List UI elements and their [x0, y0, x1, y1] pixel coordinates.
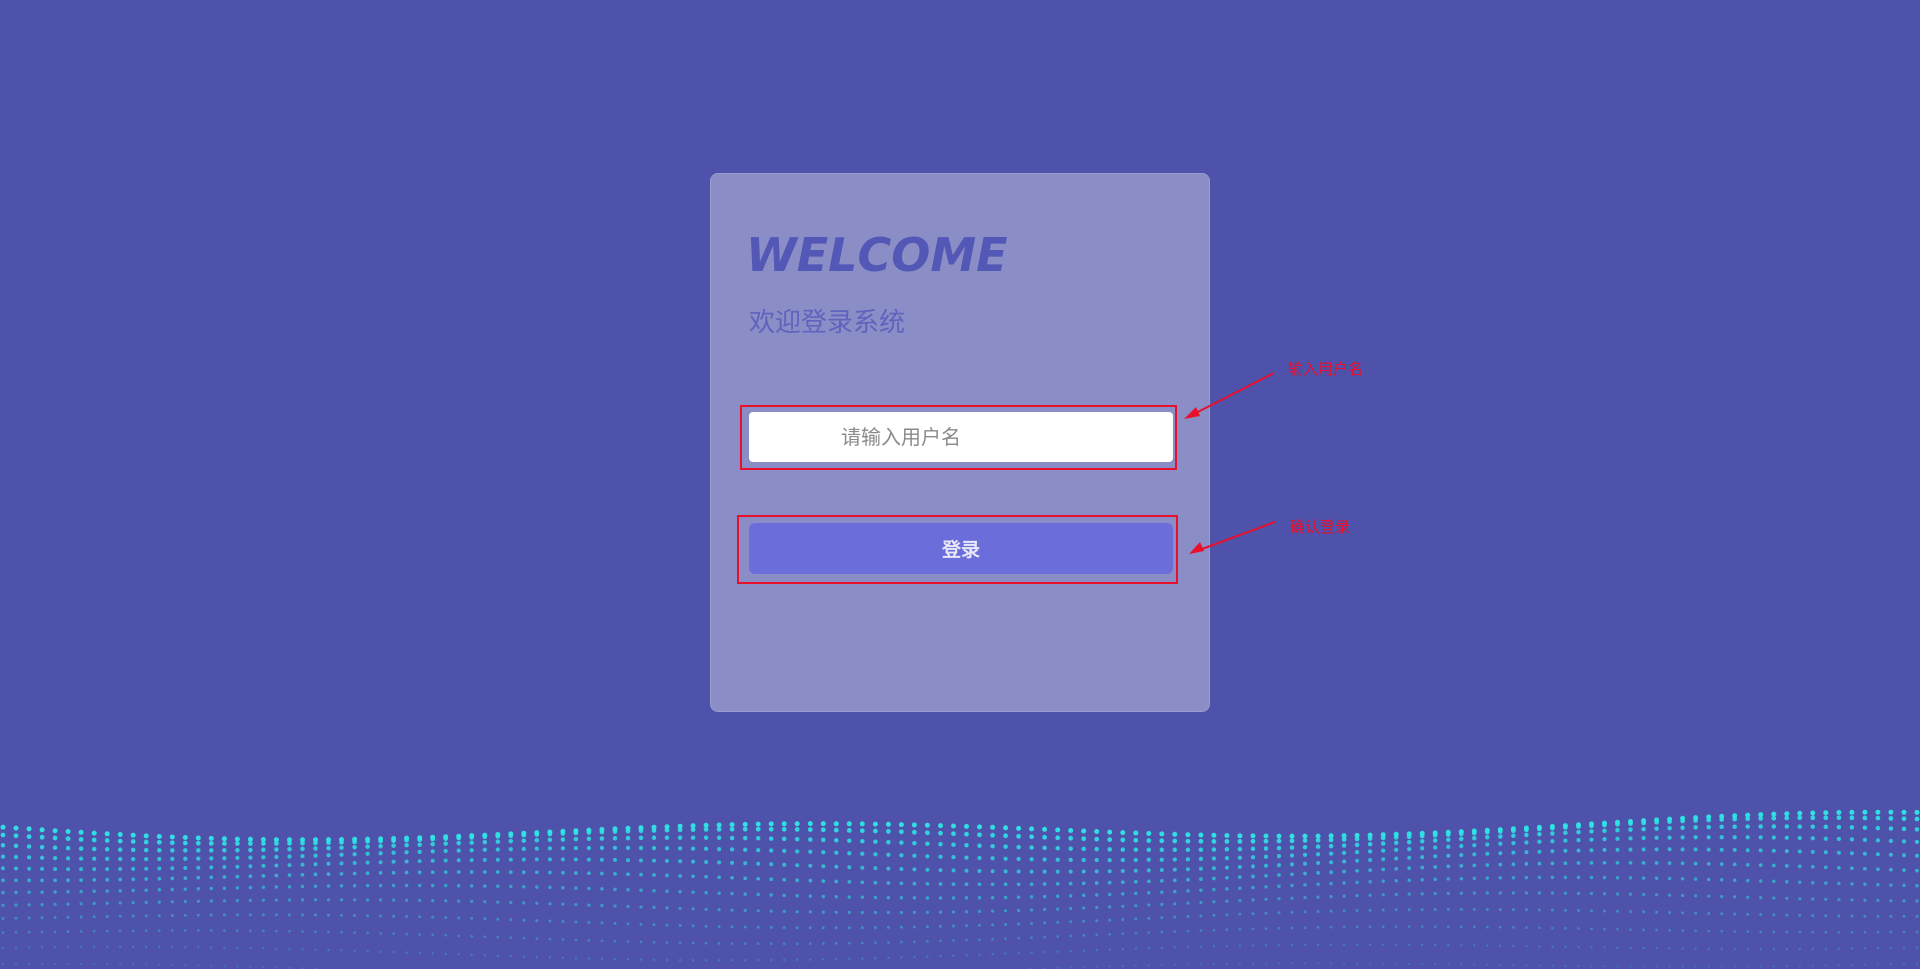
login-annotation-label: 确认登录	[1290, 518, 1351, 536]
username-annotation-label: 输入用户名	[1288, 360, 1364, 378]
login-annotation-box	[737, 515, 1178, 584]
login-subtitle: 欢迎登录系统	[749, 308, 906, 338]
username-annotation-box	[740, 405, 1177, 470]
particle-wave-background	[0, 809, 1920, 969]
welcome-title: WELCOME	[746, 228, 1008, 282]
